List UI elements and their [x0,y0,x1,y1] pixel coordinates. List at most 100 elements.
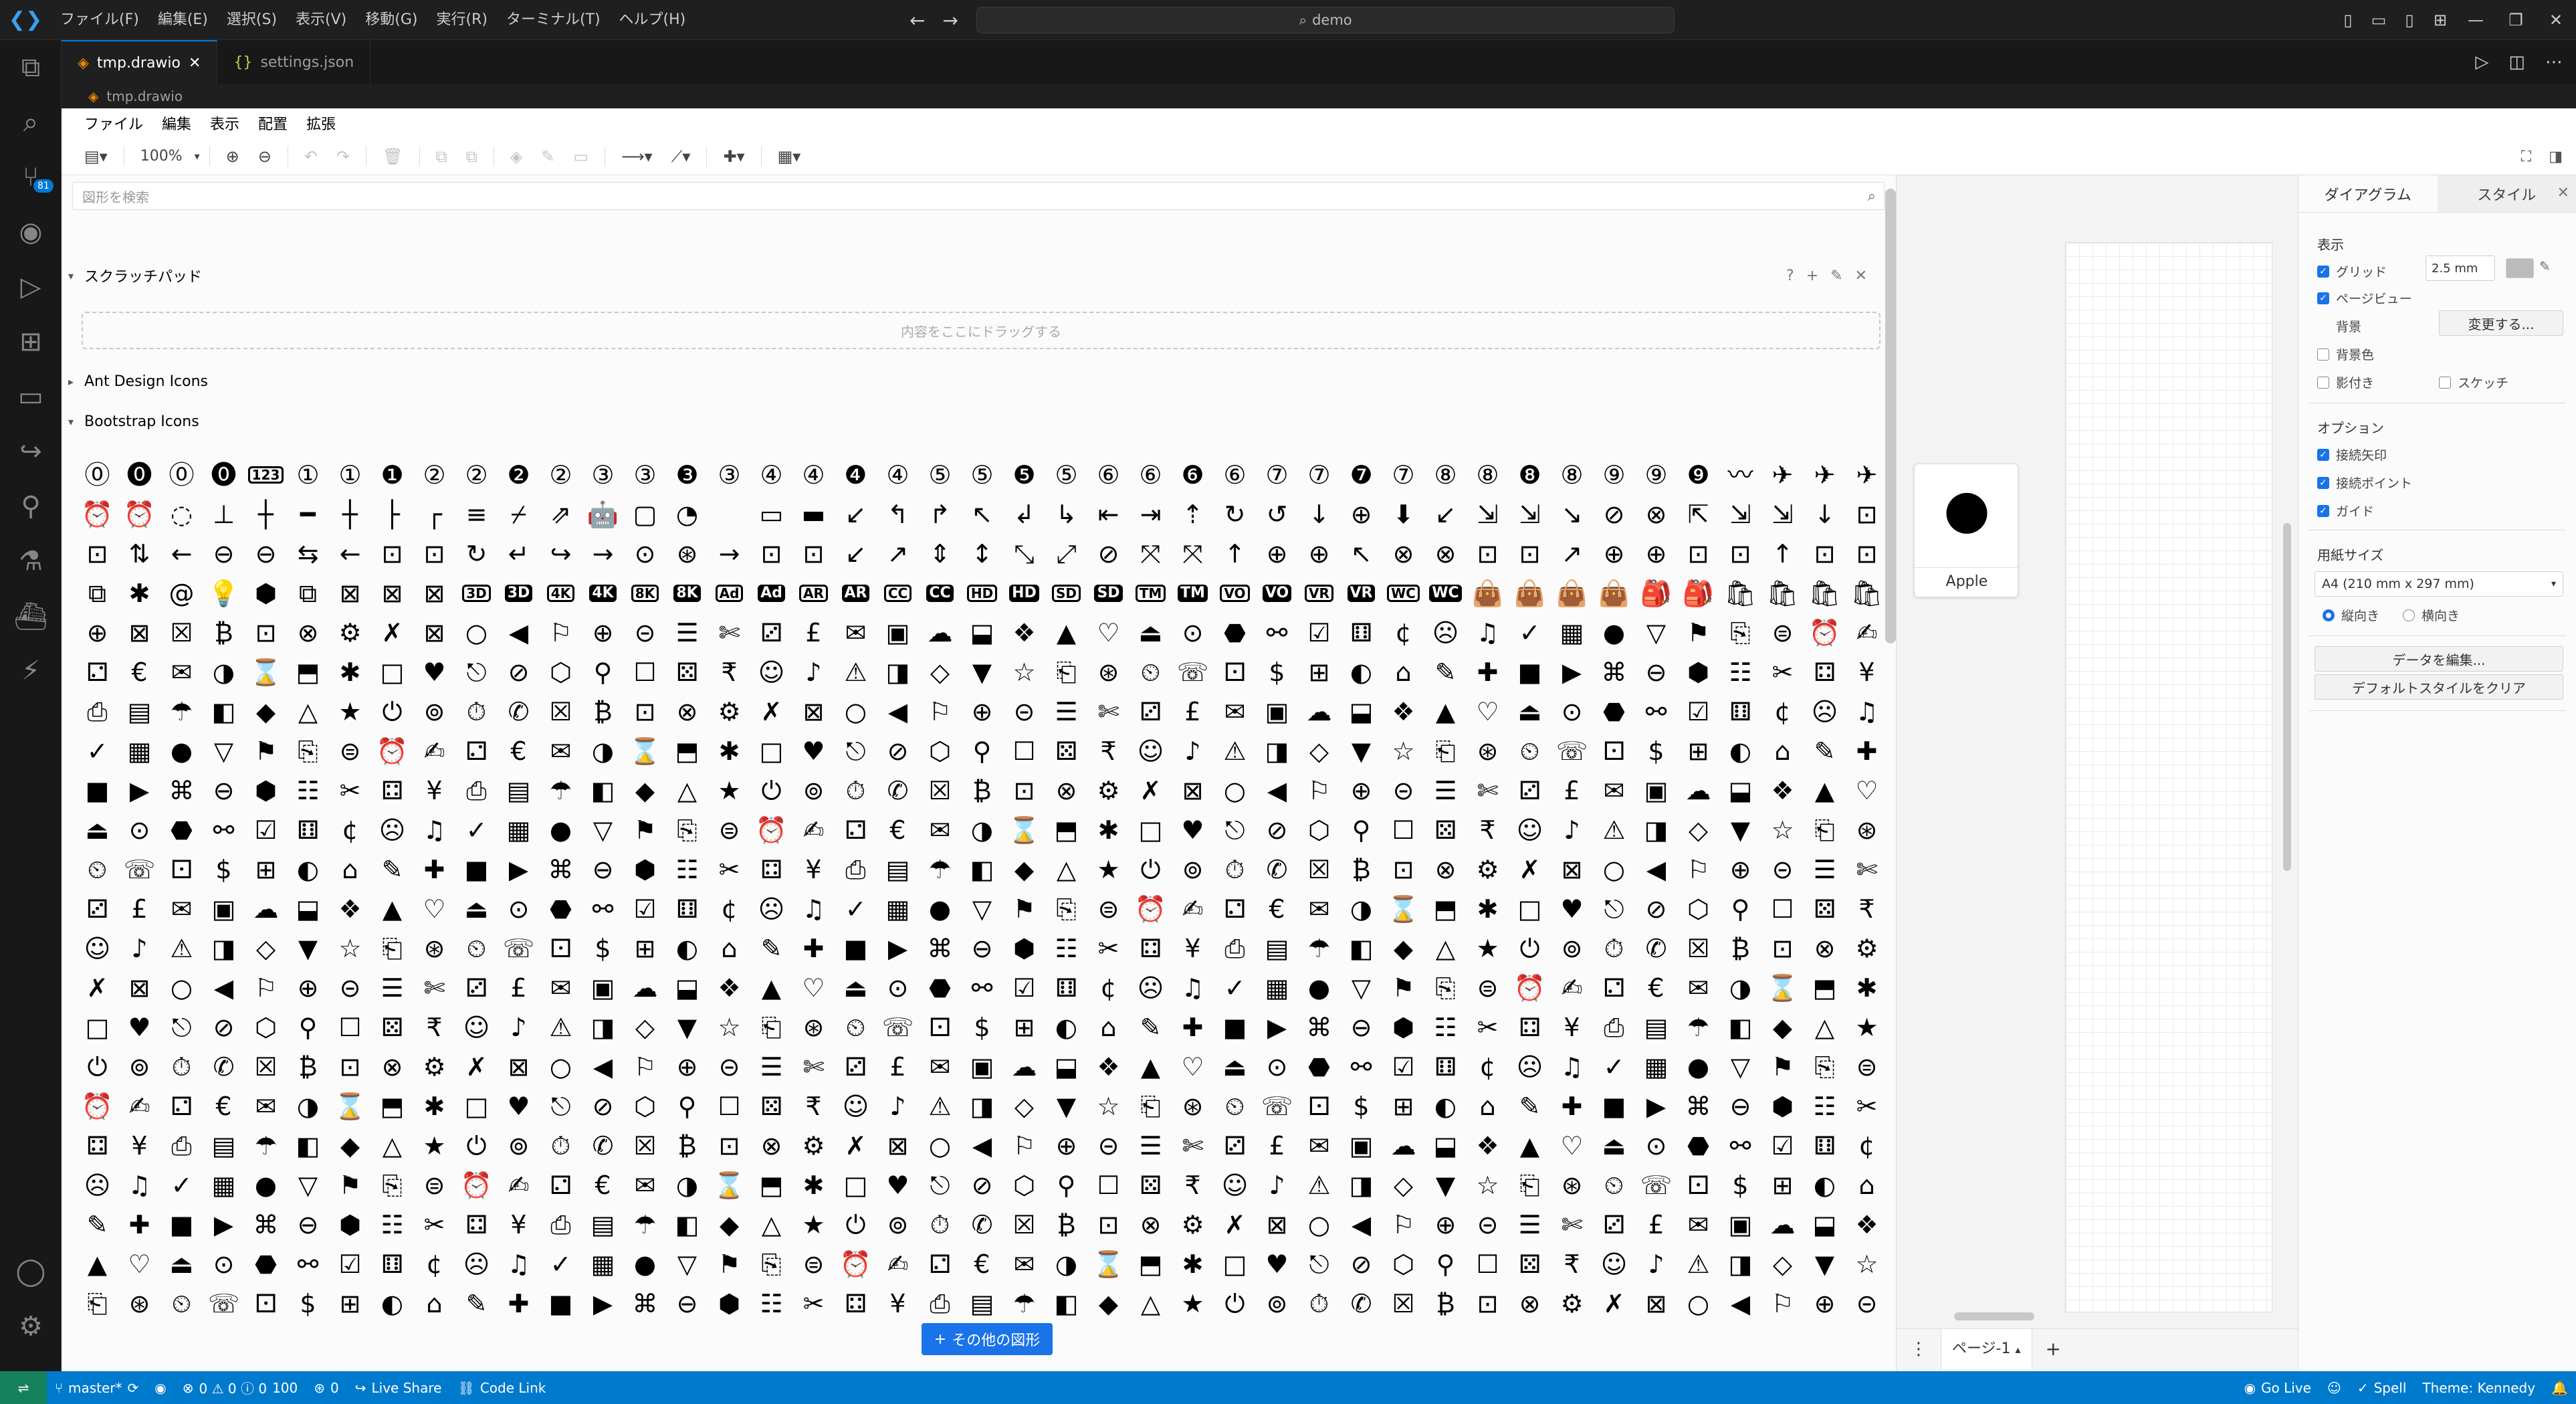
bootstrap-shape-icon[interactable]: ⚀ [919,1007,961,1047]
bootstrap-shape-icon[interactable]: £ [1635,1205,1677,1244]
minimize-icon[interactable]: — [2456,11,2496,29]
bootstrap-shape-icon[interactable]: ■ [540,1284,582,1318]
bootstrap-shape-icon[interactable]: ⎋ [1214,810,1256,849]
bootstrap-shape-icon[interactable]: ♫ [498,1244,540,1284]
run-icon[interactable]: ▷ [2475,52,2488,72]
bootstrap-shape-icon[interactable]: ¥ [792,849,835,889]
bootstrap-shape-icon[interactable]: ↪ [540,534,582,573]
bootstrap-shape-icon[interactable]: $ [1256,652,1298,692]
bootstrap-shape-icon[interactable]: ↵ [498,534,540,573]
bootstrap-shape-icon[interactable]: ✄ [1172,1126,1214,1165]
bootstrap-shape-icon[interactable]: ⌛ [1003,810,1045,849]
bootstrap-shape-icon[interactable]: ⏻ [371,692,413,731]
shadow-checkbox[interactable] [2317,376,2329,389]
bootstrap-shape-icon[interactable]: ⇥ [1130,494,1172,534]
bootstrap-shape-icon[interactable]: ⊞ [1003,1007,1045,1047]
bootstrap-shape-icon[interactable]: ◆ [1761,1007,1804,1047]
bootstrap-shape-icon[interactable]: ⚅ [1340,613,1382,652]
bootstrap-shape-icon[interactable]: ♪ [792,652,835,692]
bootstrap-shape-icon[interactable]: ⬣ [1214,613,1256,652]
bootstrap-shape-icon[interactable]: 🛍 [1719,573,1761,613]
bootstrap-shape-icon[interactable]: ⏰ [1509,968,1551,1007]
bootstrap-shape-icon[interactable]: ⊠ [371,573,413,613]
bootstrap-shape-icon[interactable]: $ [1635,731,1677,771]
bootstrap-shape-icon[interactable]: ⏱ [1214,849,1256,889]
bootstrap-shape-icon[interactable]: ⌘ [160,771,203,810]
live-share-icon[interactable]: ↪ [0,424,62,479]
zoom-in-icon[interactable]: ⊕ [217,147,249,166]
bootstrap-shape-icon[interactable]: ④ [750,455,792,494]
bootstrap-shape-icon[interactable]: ② [413,455,455,494]
bootstrap-shape-icon[interactable]: ⚂ [1593,1205,1635,1244]
bootstrap-shape-icon[interactable]: ⚑ [624,810,666,849]
bootstrap-shape-icon[interactable]: ☂ [160,692,203,731]
bootstrap-shape-icon[interactable]: ⊡ [1846,494,1888,534]
bootstrap-shape-icon[interactable]: ⊝ [1846,1284,1888,1318]
bootstrap-shape-icon[interactable]: ⬡ [245,1007,287,1047]
bootstrap-shape-icon[interactable]: ⊘ [203,1007,245,1047]
bootstrap-shape-icon[interactable]: ✉ [245,1086,287,1126]
bootstrap-shape-icon[interactable]: ⊠ [413,573,455,613]
bootstrap-shape-icon[interactable]: ④ [792,455,835,494]
code-link-status[interactable]: ⛓ Code Link [449,1380,554,1396]
bootstrap-shape-icon[interactable]: ✆ [498,692,540,731]
bootstrap-shape-icon[interactable]: ❻ [1172,455,1214,494]
bootstrap-shape-icon[interactable]: ⬢ [1761,1086,1804,1126]
bootstrap-shape-icon[interactable]: ▦ [203,1165,245,1205]
bootstrap-shape-icon[interactable]: 🛍 [1846,573,1888,613]
bootstrap-shape-icon[interactable]: ❖ [1382,692,1424,731]
connection-icon[interactable]: ⟶▾ [612,147,661,166]
bootstrap-shape-icon[interactable]: ✚ [118,1205,160,1244]
bootstrap-shape-icon[interactable]: ◀ [1719,1284,1761,1318]
bootstrap-shape-icon[interactable]: ◧ [1719,1007,1761,1047]
bootstrap-shape-icon[interactable]: ₿ [582,692,624,731]
bootstrap-shape-icon[interactable]: ⊕ [582,613,624,652]
bootstrap-shape-icon[interactable]: ↖ [961,494,1003,534]
bootstrap-shape-icon[interactable]: ⏻ [1214,1284,1256,1318]
undo-icon[interactable]: ↶ [295,147,327,166]
bootstrap-shape-icon[interactable]: ✍ [1846,613,1888,652]
bootstrap-shape-icon[interactable]: ◐ [371,1284,413,1318]
bootstrap-shape-icon[interactable]: ⬢ [708,1284,750,1318]
bootstrap-shape-icon[interactable]: ▲ [1045,613,1087,652]
bootstrap-shape-icon[interactable]: ◨ [961,1086,1003,1126]
close-tab-icon[interactable]: ✕ [189,55,201,72]
bootstrap-shape-icon[interactable]: ⚄ [371,1007,413,1047]
bootstrap-shape-icon[interactable]: ⊕ [1340,771,1382,810]
bootstrap-shape-icon[interactable]: ☑ [1761,1126,1804,1165]
bootstrap-shape-icon[interactable]: ⚄ [1804,889,1846,928]
bootstrap-shape-icon[interactable]: ▼ [961,652,1003,692]
bootstrap-shape-icon[interactable]: ⊠ [413,613,455,652]
bootstrap-shape-icon[interactable]: 👜 [1551,573,1593,613]
bootstrap-shape-icon[interactable]: ○ [160,968,203,1007]
bootstrap-shape-icon[interactable]: ◐ [1719,731,1761,771]
bootstrap-shape-icon[interactable]: ☏ [1551,731,1593,771]
bootstrap-shape-icon[interactable]: ↓ [1804,494,1846,534]
source-control-icon[interactable]: ⑂ 81 [0,150,62,205]
bootstrap-shape-icon[interactable]: ⎗ [750,1007,792,1047]
bootstrap-shape-icon[interactable]: ▢ [624,494,666,534]
bootstrap-shape-icon[interactable]: ◑ [1045,1244,1087,1284]
bootstrap-shape-icon[interactable]: ● [624,1244,666,1284]
bootstrap-shape-icon[interactable]: ☁ [245,889,287,928]
bootstrap-shape-icon[interactable]: ₹ [708,652,750,692]
bootstrap-shape-icon[interactable]: ⚅ [1804,1126,1846,1165]
notifications-bell-icon[interactable]: 🔔 [2543,1380,2576,1396]
bootstrap-shape-icon[interactable]: ⊙ [498,889,540,928]
bootstrap-shape-icon[interactable]: ⬓ [1045,1047,1087,1086]
bootstrap-shape-icon[interactable]: ⊞ [1382,1086,1424,1126]
bootstrap-header[interactable]: ▾ Bootstrap Icons [68,408,1887,435]
bootstrap-shape-icon[interactable]: ○ [455,613,498,652]
bootstrap-shape-icon[interactable]: ⊛ [1087,652,1130,692]
bootstrap-shape-icon[interactable]: ⊝ [708,1047,750,1086]
help-icon[interactable]: ? [1786,268,1794,284]
bootstrap-shape-icon[interactable]: ✆ [961,1205,1003,1244]
bootstrap-shape-icon[interactable]: ⊘ [1340,1244,1382,1284]
bootstrap-shape-icon[interactable]: ♫ [118,1165,160,1205]
bootstrap-shape-icon[interactable]: ⬓ [1340,692,1382,731]
bootstrap-shape-icon[interactable]: □ [76,1007,118,1047]
bootstrap-shape-icon[interactable]: ☒ [160,613,203,652]
bootstrap-shape-icon[interactable]: ⊞ [1298,652,1340,692]
bootstrap-shape-icon[interactable]: ⑤ [919,455,961,494]
bootstrap-shape-icon[interactable]: ⊕ [1424,1205,1467,1244]
